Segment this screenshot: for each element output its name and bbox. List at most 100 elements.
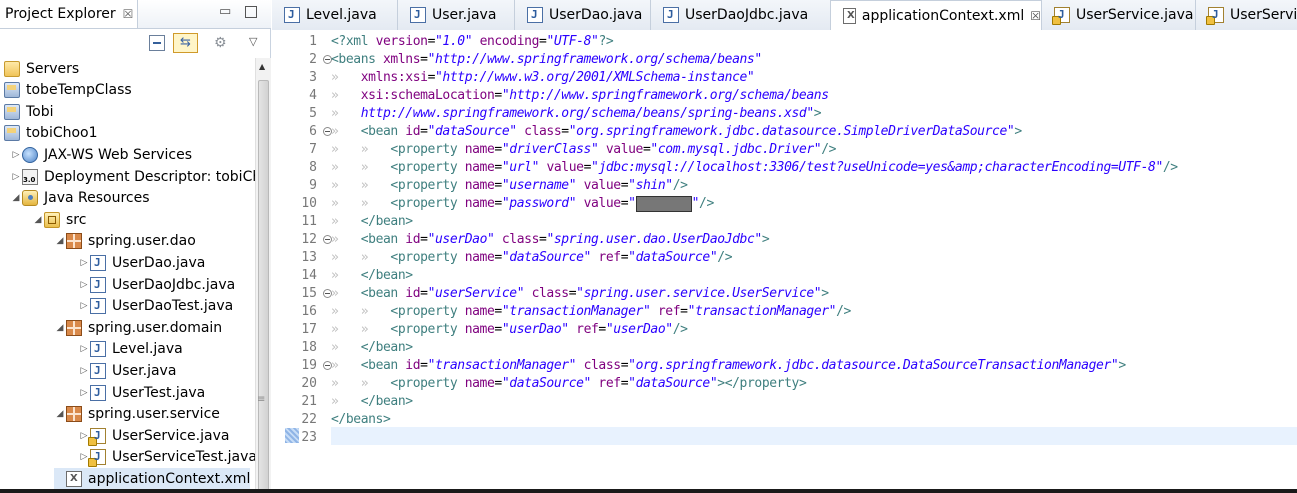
scrollbar-thumb[interactable] xyxy=(258,80,269,492)
tree-item[interactable]: ◢ spring.user.service xyxy=(54,404,220,425)
whitespace-marker: » xyxy=(331,88,361,103)
code-token: <bean xyxy=(360,232,406,247)
code-token: = xyxy=(494,250,502,265)
scroll-up-arrow-icon[interactable]: ▲ xyxy=(259,62,265,71)
collapsed-arrow-icon[interactable]: ▷ xyxy=(10,172,22,182)
link-with-editor-icon[interactable]: ⇆ xyxy=(173,33,198,53)
editor-tab[interactable]: UserService.java xyxy=(1042,0,1196,30)
tree-item-label: JAX-WS Web Services xyxy=(44,146,193,163)
code-token: class xyxy=(524,124,562,139)
tree-item[interactable]: ▷ Level.java xyxy=(78,339,183,360)
tree-item[interactable]: ▷ UserDaoJdbc.java xyxy=(78,274,235,295)
collapsed-arrow-icon[interactable]: ▷ xyxy=(78,366,90,376)
code-token: "1.0" xyxy=(435,34,473,49)
code-token: "org.springframework.jdbc.datasource.Sim… xyxy=(568,124,1015,139)
close-icon[interactable]: ☒ xyxy=(123,7,134,21)
code-line: » » <property name="password" value=" "/> xyxy=(331,195,714,213)
collapsed-arrow-icon[interactable]: ▷ xyxy=(78,258,90,268)
maximize-icon[interactable] xyxy=(245,6,257,18)
deployment-descriptor-icon xyxy=(22,168,38,185)
code-token: "userDao" xyxy=(605,322,673,337)
expanded-arrow-icon[interactable]: ◢ xyxy=(32,215,44,225)
code-line: » </bean> xyxy=(331,339,413,357)
code-line: <?xml version="1.0" encoding="UTF-8"?> xyxy=(331,33,614,51)
editor-tab[interactable]: UserDaoJdbc.java xyxy=(651,0,831,30)
tree-item[interactable]: tobeTempClass xyxy=(4,80,132,101)
tree-item[interactable]: ◢ spring.user.dao xyxy=(54,231,196,252)
code-token: "UTF-8" xyxy=(546,34,599,49)
code-token: ref xyxy=(598,250,621,265)
expanded-arrow-icon[interactable]: ◢ xyxy=(10,193,22,203)
whitespace-marker: » xyxy=(331,394,361,409)
code-token: "dataSource" xyxy=(427,124,518,139)
code-token: encoding xyxy=(479,34,540,49)
xml-file-icon xyxy=(66,470,82,487)
line-number: 16 xyxy=(301,304,317,319)
java-file-warning-icon xyxy=(88,449,106,468)
code-token: = xyxy=(494,376,502,391)
line-number: 12 xyxy=(301,232,317,247)
code-token: " xyxy=(628,196,636,211)
vertical-scrollbar[interactable]: ▲ ≡ xyxy=(255,58,271,493)
tree-item[interactable]: ▷ Deployment Descriptor: tobiCh xyxy=(10,166,255,187)
tree-item[interactable]: ▷ UserDaoTest.java xyxy=(78,296,233,317)
whitespace-marker: » xyxy=(331,286,361,301)
expanded-arrow-icon[interactable]: ◢ xyxy=(54,236,66,246)
tree-item[interactable]: ▷ User.java xyxy=(78,360,176,381)
collapse-all-icon[interactable] xyxy=(149,35,165,51)
tree-item[interactable]: Tobi xyxy=(4,101,54,122)
code-token: name xyxy=(464,196,495,211)
close-icon[interactable]: ☒ xyxy=(1030,9,1041,23)
code-token: = xyxy=(494,304,502,319)
tab-project-explorer[interactable]: Project Explorer ☒ xyxy=(0,0,138,28)
expanded-arrow-icon[interactable]: ◢ xyxy=(54,323,66,333)
tree-item[interactable]: ▷ UserTest.java xyxy=(78,382,205,403)
tree-item[interactable]: ▷UserServiceTest.java xyxy=(78,447,255,468)
expanded-arrow-icon[interactable]: ◢ xyxy=(54,409,66,419)
line-number: 15 xyxy=(301,286,317,301)
tree-item[interactable]: ◢ src xyxy=(32,209,86,230)
tree-item[interactable]: ▷UserService.java xyxy=(78,425,229,446)
code-token: <beans xyxy=(331,52,383,67)
tree-item[interactable]: tobiChoo1 xyxy=(4,123,98,144)
tree-item-label: UserService.java xyxy=(112,427,230,444)
tree-item[interactable]: ▷ JAX-WS Web Services xyxy=(10,144,192,165)
tree-item[interactable]: ◢ spring.user.domain xyxy=(54,317,222,338)
code-line: » » <property name="username" value="shi… xyxy=(331,177,688,195)
line-number: 7 xyxy=(309,142,317,157)
editor-tab[interactable]: applicationContext.xml ☒ xyxy=(831,0,1042,30)
xml-editor[interactable]: 1 2 3 4 5 6 7 8 9 10 11 12 13 14 15 16 17 18 19 20 21 22 23 <?… xyxy=(272,30,1297,493)
collapsed-arrow-icon[interactable]: ▷ xyxy=(78,280,90,290)
collapsed-arrow-icon[interactable]: ▷ xyxy=(78,388,90,398)
java-file-icon xyxy=(284,7,300,23)
tree-item[interactable]: ▷ UserDao.java xyxy=(78,252,205,273)
code-token: <bean xyxy=(360,286,406,301)
collapsed-arrow-icon[interactable]: ▷ xyxy=(78,301,90,311)
code-token: <?xml xyxy=(331,34,376,49)
minimize-icon[interactable]: ▭ xyxy=(219,4,231,19)
editor-tab-label: UserDaoJdbc.java xyxy=(685,7,809,23)
code-text-area[interactable]: <?xml version="1.0" encoding="UTF-8"?> <b… xyxy=(331,30,1297,493)
code-line: » » <property name="dataSource" ref="dat… xyxy=(331,249,733,267)
gear-icon[interactable]: ⚙ xyxy=(214,35,230,51)
editor-tab[interactable]: UserServic xyxy=(1196,0,1297,30)
code-token: </beans> xyxy=(331,412,391,427)
code-token: "spring.user.dao.UserDaoJdbc" xyxy=(546,232,762,247)
tree-item-label: UserDaoTest.java xyxy=(112,298,234,315)
tree-item[interactable]: applicationContext.xml xyxy=(54,468,251,490)
java-file-icon xyxy=(663,7,679,23)
project-tree: Servers tobeTempClass Tobi tobiChoo1 ▷ JAX-WS… xyxy=(0,58,255,493)
tree-item-label: spring.user.dao xyxy=(88,233,196,250)
view-menu-icon[interactable]: ▽ xyxy=(249,35,265,51)
collapsed-arrow-icon[interactable]: ▷ xyxy=(10,150,22,160)
editor-tab[interactable]: Level.java xyxy=(272,0,398,30)
editor-tab[interactable]: User.java xyxy=(398,0,515,30)
project-explorer-panel: Project Explorer ☒ ▭ ⇆ ⚙ ▽ Servers tobeTe… xyxy=(0,0,271,493)
tree-item[interactable]: Servers xyxy=(4,58,79,79)
code-token: "transactionManager" xyxy=(427,358,577,373)
tree-item[interactable]: ◢ Java Resources xyxy=(10,188,150,209)
editor-tab[interactable]: UserDao.java xyxy=(515,0,651,30)
collapsed-arrow-icon[interactable]: ▷ xyxy=(78,344,90,354)
